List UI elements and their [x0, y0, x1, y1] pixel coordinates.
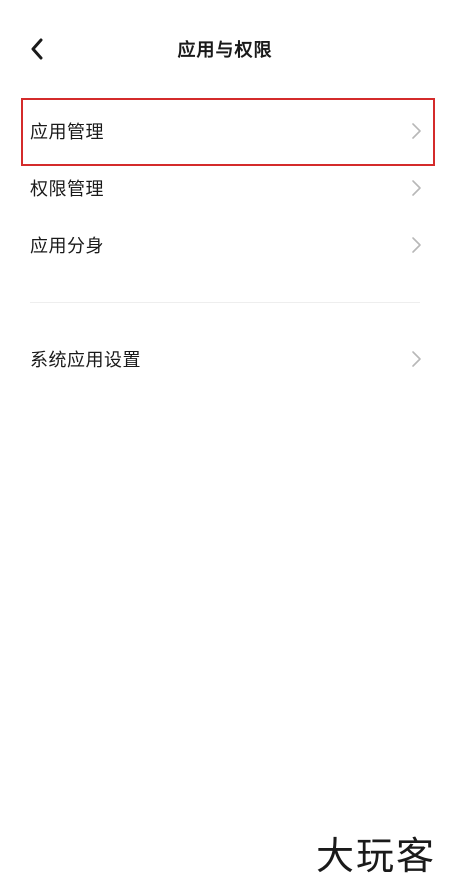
menu-item-label: 应用分身 [30, 236, 104, 257]
menu-item-system-app-settings[interactable]: 系统应用设置 [0, 332, 450, 386]
menu-item-label: 系统应用设置 [30, 350, 141, 371]
highlight-annotation [21, 98, 435, 166]
chevron-right-icon [412, 180, 421, 196]
top-bar: 应用与权限 [0, 0, 450, 98]
menu-item-label: 权限管理 [30, 179, 104, 200]
section-divider [30, 302, 420, 303]
watermark: 大玩客 [315, 834, 436, 878]
menu-item-app-clone[interactable]: 应用分身 [0, 218, 450, 272]
menu-item-permission-management[interactable]: 权限管理 [0, 161, 450, 215]
chevron-right-icon [412, 237, 421, 253]
chevron-right-icon [412, 351, 421, 367]
page-title: 应用与权限 [177, 40, 273, 61]
